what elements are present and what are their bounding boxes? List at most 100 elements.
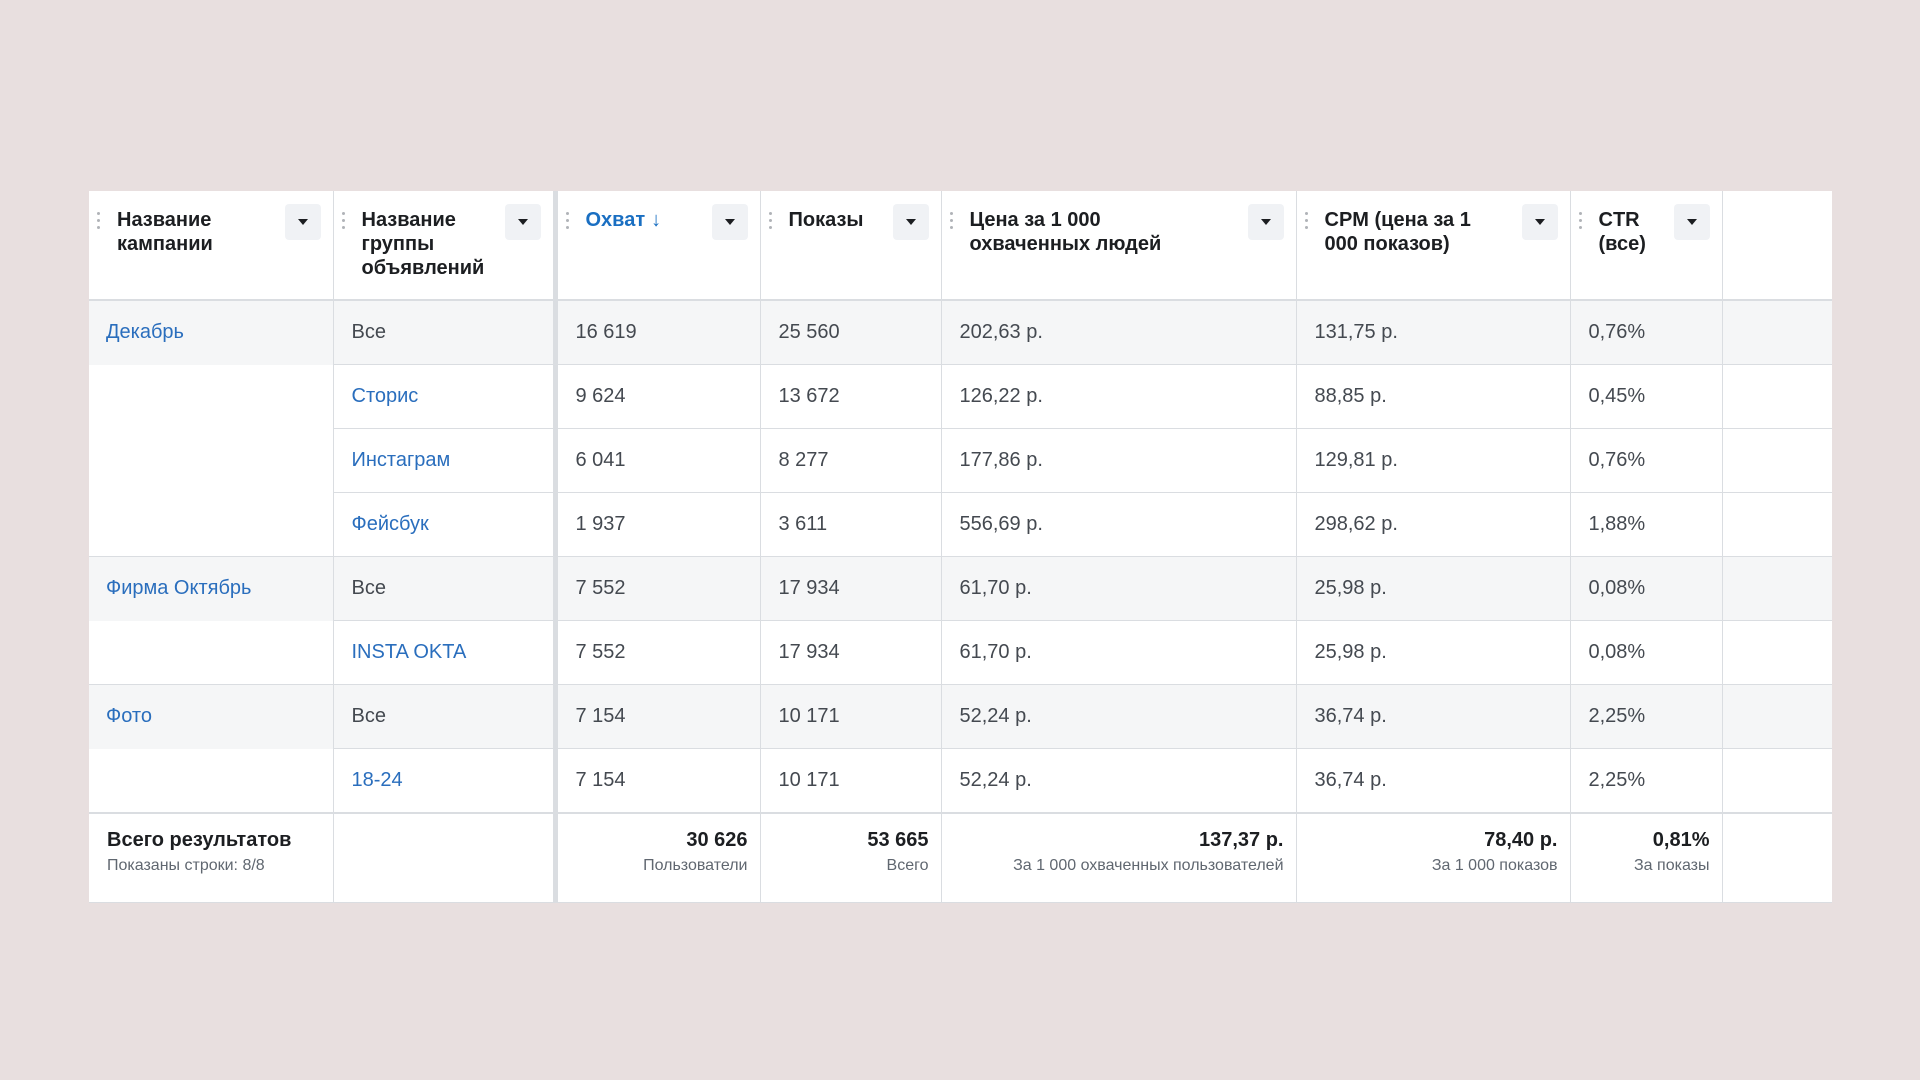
table-row: Фирма Октябрь Все 7 552 17 934 61,70 р. … [89, 556, 1832, 621]
cell-adset: Фейсбук [333, 492, 558, 557]
totals-empty-cell [1722, 812, 1832, 903]
cell-cost-per-1000: 52,24 р. [941, 748, 1297, 814]
cell-cost-per-1000: 126,22 р. [941, 364, 1297, 429]
cell-empty [1722, 684, 1832, 749]
cell-impressions: 13 672 [760, 364, 942, 429]
column-header-cost-per-1000-reached[interactable]: Цена за 1 000 охваченных людей [941, 191, 1297, 301]
drag-handle-icon[interactable] [341, 212, 350, 229]
column-label: Название кампании [117, 209, 213, 255]
totals-ctr-cell: 0,81% За показы [1570, 812, 1723, 903]
drag-handle-icon[interactable] [768, 212, 777, 229]
cell-cpm: 131,75 р. [1296, 300, 1571, 365]
table-row: Инстаграм 6 041 8 277 177,86 р. 129,81 р… [89, 428, 1832, 493]
column-label: Показы [788, 209, 864, 231]
column-header-campaign[interactable]: Название кампании [89, 191, 334, 301]
cell-reach: 7 552 [555, 556, 761, 621]
column-header-adset[interactable]: Название группы объявлений [333, 191, 558, 301]
column-label: CPM (цена за 1 000 показов) [1324, 209, 1471, 255]
cell-campaign [89, 364, 334, 429]
drag-handle-icon[interactable] [97, 212, 105, 229]
totals-reach-unit: Пользователи [643, 857, 748, 874]
cell-adset: Все [333, 684, 558, 749]
totals-reach-cell: 30 626 Пользователи [555, 812, 761, 903]
table-row: INSTA OKTA 7 552 17 934 61,70 р. 25,98 р… [89, 620, 1832, 685]
cell-cost-per-1000: 177,86 р. [941, 428, 1297, 493]
cell-cpm: 298,62 р. [1296, 492, 1571, 557]
column-header-cpm[interactable]: CPM (цена за 1 000 показов) [1296, 191, 1571, 301]
cell-campaign [89, 620, 334, 685]
caret-down-icon[interactable] [711, 204, 748, 240]
caret-down-icon[interactable] [284, 204, 321, 240]
cell-cpm: 36,74 р. [1296, 684, 1571, 749]
cell-empty [1722, 492, 1832, 557]
cell-cpm: 88,85 р. [1296, 364, 1571, 429]
cell-ctr: 0,08% [1570, 620, 1723, 685]
totals-impressions-unit: Всего [886, 857, 929, 874]
cell-cost-per-1000: 61,70 р. [941, 620, 1297, 685]
cell-empty [1722, 364, 1832, 429]
totals-impressions-cell: 53 665 Всего [760, 812, 942, 903]
table-row: 18-24 7 154 10 171 52,24 р. 36,74 р. 2,2… [89, 748, 1832, 814]
caret-down-icon[interactable] [1247, 204, 1284, 240]
campaign-link[interactable]: Фирма Октябрь [106, 577, 251, 599]
campaign-link[interactable]: Декабрь [106, 321, 184, 343]
caret-down-icon[interactable] [1521, 204, 1558, 240]
totals-label: Всего результатов [107, 829, 292, 851]
cell-reach: 9 624 [555, 364, 761, 429]
cell-empty [1722, 620, 1832, 685]
cell-campaign [89, 428, 334, 493]
totals-cost-per-1000-cell: 137,37 р. За 1 000 охваченных пользовате… [941, 812, 1297, 903]
drag-handle-icon[interactable] [1304, 212, 1313, 229]
totals-ctr: 0,81% [1652, 829, 1710, 851]
cell-campaign: Фирма Октябрь [89, 556, 334, 621]
cell-cost-per-1000: 202,63 р. [941, 300, 1297, 365]
cell-ctr: 0,08% [1570, 556, 1723, 621]
cell-impressions: 10 171 [760, 684, 942, 749]
cell-ctr: 2,25% [1570, 748, 1723, 814]
cell-empty [1722, 300, 1832, 365]
cell-empty [1722, 428, 1832, 493]
drag-handle-icon[interactable] [1578, 212, 1587, 229]
cell-ctr: 2,25% [1570, 684, 1723, 749]
column-header-ctr[interactable]: CTR (все) [1570, 191, 1723, 301]
totals-empty-cell [333, 812, 558, 903]
cell-ctr: 0,76% [1570, 428, 1723, 493]
adset-link[interactable]: Сторис [352, 385, 419, 407]
cell-ctr: 0,76% [1570, 300, 1723, 365]
cell-cpm: 129,81 р. [1296, 428, 1571, 493]
cell-reach: 16 619 [555, 300, 761, 365]
table-row: Фейсбук 1 937 3 611 556,69 р. 298,62 р. … [89, 492, 1832, 557]
cell-adset: Все [333, 300, 558, 365]
cell-campaign [89, 492, 334, 557]
cell-reach: 7 154 [555, 684, 761, 749]
cell-impressions: 25 560 [760, 300, 942, 365]
adset-link[interactable]: INSTA OKTA [352, 641, 467, 663]
cell-campaign [89, 748, 334, 813]
totals-reach: 30 626 [686, 829, 748, 851]
cell-impressions: 10 171 [760, 748, 942, 814]
adset-link[interactable]: Фейсбук [352, 513, 429, 535]
campaign-link[interactable]: Фото [106, 705, 152, 727]
table-row: Фото Все 7 154 10 171 52,24 р. 36,74 р. … [89, 684, 1832, 749]
drag-handle-icon[interactable] [949, 212, 958, 229]
caret-down-icon[interactable] [892, 204, 929, 240]
cell-campaign: Декабрь [89, 300, 334, 365]
caret-down-icon[interactable] [504, 204, 541, 240]
caret-down-icon[interactable] [1673, 204, 1710, 240]
column-header-impressions[interactable]: Показы [760, 191, 942, 301]
column-label: Название группы объявлений [361, 209, 485, 279]
cell-cpm: 25,98 р. [1296, 556, 1571, 621]
column-header-reach[interactable]: Охват ↓ [555, 191, 761, 301]
adset-link[interactable]: 18-24 [352, 769, 403, 791]
adset-link[interactable]: Инстаграм [352, 449, 451, 471]
totals-cpm-unit: За 1 000 показов [1431, 857, 1558, 874]
cell-impressions: 17 934 [760, 620, 942, 685]
ads-report-table: Название кампании Название группы объявл… [89, 191, 1832, 903]
cell-cost-per-1000: 52,24 р. [941, 684, 1297, 749]
cell-adset: INSTA OKTA [333, 620, 558, 685]
cell-reach: 6 041 [555, 428, 761, 493]
drag-handle-icon[interactable] [565, 212, 574, 229]
column-header-empty [1722, 191, 1832, 301]
totals-row: Всего результатов Показаны строки: 8/8 3… [89, 812, 1832, 903]
totals-ctr-unit: За показы [1634, 857, 1710, 874]
